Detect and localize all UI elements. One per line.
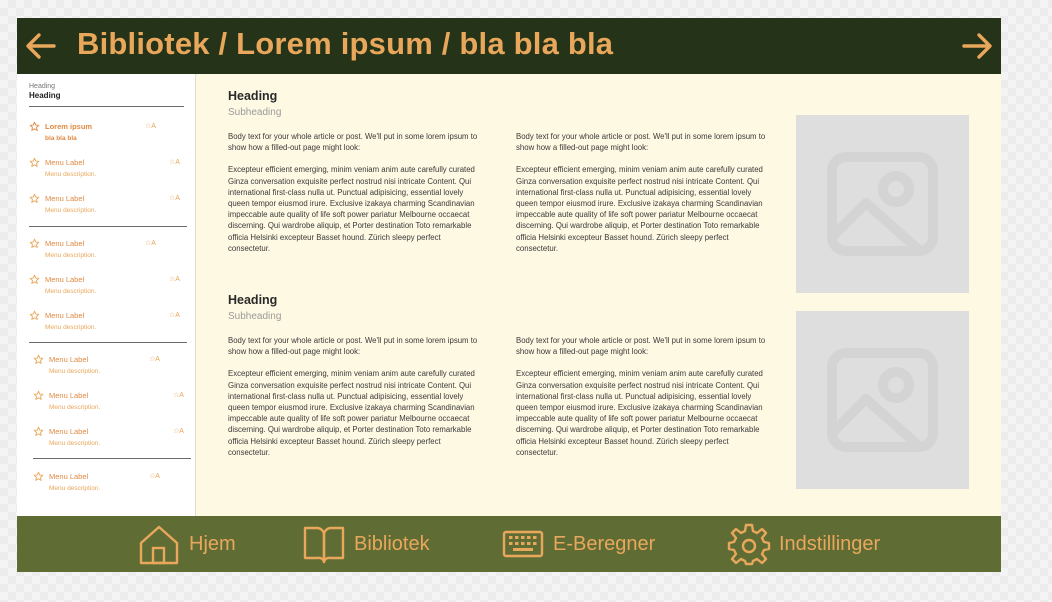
- nav-label: Bibliotek: [354, 532, 430, 555]
- star-icon: [33, 354, 44, 364]
- nav-e-beregner[interactable]: E-Beregner: [501, 522, 655, 566]
- top-bar: Bibliotek / Lorem ipsum / bla bla bla: [17, 18, 1001, 74]
- nav-label: Hjem: [189, 532, 236, 555]
- body-column: Body text for your whole article or post…: [516, 131, 766, 254]
- favorite-mark[interactable]: ☆A: [169, 311, 180, 319]
- sidebar-item-menu[interactable]: Menu Label Menu description. ☆A: [29, 238, 189, 268]
- sidebar-item-description: Menu description.: [45, 324, 97, 331]
- body-column: Body text for your whole article or post…: [228, 335, 478, 458]
- sidebar-item-description: Menu description.: [49, 368, 101, 375]
- star-icon: [29, 157, 40, 167]
- body-paragraph: Body text for your whole article or post…: [516, 336, 766, 357]
- favorite-mark[interactable]: ☆A: [173, 427, 184, 435]
- sidebar-item-menu[interactable]: Menu Label Menu description. ☆A: [33, 390, 193, 420]
- star-icon: [29, 310, 40, 320]
- nav-indstillinger[interactable]: Indstillinger: [727, 522, 880, 566]
- sidebar-item-label: Menu Label: [49, 355, 89, 364]
- body-column: Body text for your whole article or post…: [228, 131, 478, 254]
- sidebar-item-label: Menu Label: [45, 194, 85, 203]
- favorite-mark[interactable]: ☆A: [149, 472, 160, 480]
- sidebar-item-description: Menu description.: [45, 207, 97, 214]
- sidebar-divider: [33, 458, 191, 459]
- bottom-navigation: Hjem Bibliotek E-Beregner Indstillinger: [17, 516, 1001, 572]
- favorite-mark[interactable]: ☆A: [169, 194, 180, 202]
- nav-hjem[interactable]: Hjem: [137, 522, 236, 566]
- sidebar-item-menu[interactable]: Menu Label Menu description. ☆A: [33, 426, 193, 456]
- body-paragraph: Excepteur efficient emerging, minim veni…: [516, 369, 763, 457]
- section-subheading: Subheading: [228, 107, 282, 118]
- section-heading: Heading: [228, 89, 278, 103]
- sidebar-item-menu[interactable]: Menu Label Menu description. ☆A: [29, 193, 189, 223]
- star-icon: [33, 471, 44, 481]
- section-subheading: Subheading: [228, 311, 282, 322]
- body-column: Body text for your whole article or post…: [516, 335, 766, 458]
- sidebar-header: Heading Heading: [29, 83, 184, 107]
- sidebar-item-lorem-ipsum[interactable]: Lorem ipsum bla bla bla ☆A: [29, 121, 189, 151]
- sidebar-item-description: bla bla bla: [45, 135, 77, 142]
- keyboard-icon: [502, 530, 544, 558]
- favorite-mark[interactable]: ☆A: [149, 355, 160, 363]
- favorite-mark[interactable]: ☆A: [145, 122, 156, 130]
- sidebar: Heading Heading Lorem ipsum bla bla bla …: [17, 74, 196, 516]
- sidebar-item-description: Menu description.: [45, 288, 97, 295]
- sidebar-item-label: Menu Label: [49, 427, 89, 436]
- sidebar-item-menu[interactable]: Menu Label Menu description. ☆A: [33, 471, 193, 501]
- page-title: Bibliotek / Lorem ipsum / bla bla bla: [77, 26, 614, 61]
- image-placeholder-icon: [827, 152, 938, 256]
- body-paragraph: Body text for your whole article or post…: [228, 132, 478, 153]
- star-icon: [33, 390, 44, 400]
- sidebar-item-menu[interactable]: Menu Label Menu description. ☆A: [29, 157, 189, 187]
- sidebar-item-label: Menu Label: [45, 239, 85, 248]
- sidebar-item-label: Menu Label: [49, 391, 89, 400]
- nav-label: E-Beregner: [553, 532, 656, 555]
- gear-icon: [727, 523, 771, 566]
- app-frame: Bibliotek / Lorem ipsum / bla bla bla He…: [17, 18, 1001, 572]
- sidebar-divider: [29, 226, 187, 227]
- sidebar-item-label: Menu Label: [45, 158, 85, 167]
- sidebar-item-description: Menu description.: [49, 440, 101, 447]
- favorite-mark[interactable]: ☆A: [169, 158, 180, 166]
- star-icon: [33, 426, 44, 436]
- home-icon: [139, 525, 179, 565]
- sidebar-item-label: Menu Label: [49, 472, 89, 481]
- favorite-mark[interactable]: ☆A: [173, 391, 184, 399]
- sidebar-item-description: Menu description.: [45, 171, 97, 178]
- sidebar-divider: [29, 342, 187, 343]
- sidebar-item-label: Menu Label: [45, 275, 85, 284]
- image-placeholder: [796, 311, 969, 489]
- arrow-left-icon[interactable]: [23, 28, 59, 64]
- favorite-mark[interactable]: ☆A: [169, 275, 180, 283]
- favorite-mark[interactable]: ☆A: [145, 239, 156, 247]
- sidebar-item-menu[interactable]: Menu Label Menu description. ☆A: [29, 274, 189, 304]
- sidebar-item-menu[interactable]: Menu Label Menu description. ☆A: [29, 310, 189, 340]
- book-icon: [303, 526, 345, 564]
- sidebar-heading: Heading: [29, 91, 61, 100]
- body-paragraph: Body text for your whole article or post…: [228, 336, 478, 357]
- body-paragraph: Excepteur efficient emerging, minim veni…: [228, 369, 475, 457]
- star-icon: [29, 121, 40, 131]
- body-paragraph: Body text for your whole article or post…: [516, 132, 766, 153]
- image-placeholder-icon: [827, 348, 938, 452]
- sidebar-item-description: Menu description.: [49, 404, 101, 411]
- sidebar-item-label: Lorem ipsum: [45, 122, 93, 131]
- body-paragraph: Excepteur efficient emerging, minim veni…: [516, 165, 763, 253]
- section-heading: Heading: [228, 293, 278, 307]
- nav-bibliotek[interactable]: Bibliotek: [302, 522, 430, 566]
- sidebar-item-menu[interactable]: Menu Label Menu description. ☆A: [33, 354, 193, 384]
- image-placeholder: [796, 115, 969, 293]
- body-paragraph: Excepteur efficient emerging, minim veni…: [228, 165, 475, 253]
- sidebar-caption: Heading: [29, 83, 56, 90]
- nav-label: Indstillinger: [779, 532, 881, 555]
- star-icon: [29, 274, 40, 284]
- sidebar-item-description: Menu description.: [45, 252, 97, 259]
- sidebar-item-label: Menu Label: [45, 311, 85, 320]
- star-icon: [29, 238, 40, 248]
- sidebar-item-description: Menu description.: [49, 485, 101, 492]
- arrow-right-icon[interactable]: [959, 28, 995, 64]
- star-icon: [29, 193, 40, 203]
